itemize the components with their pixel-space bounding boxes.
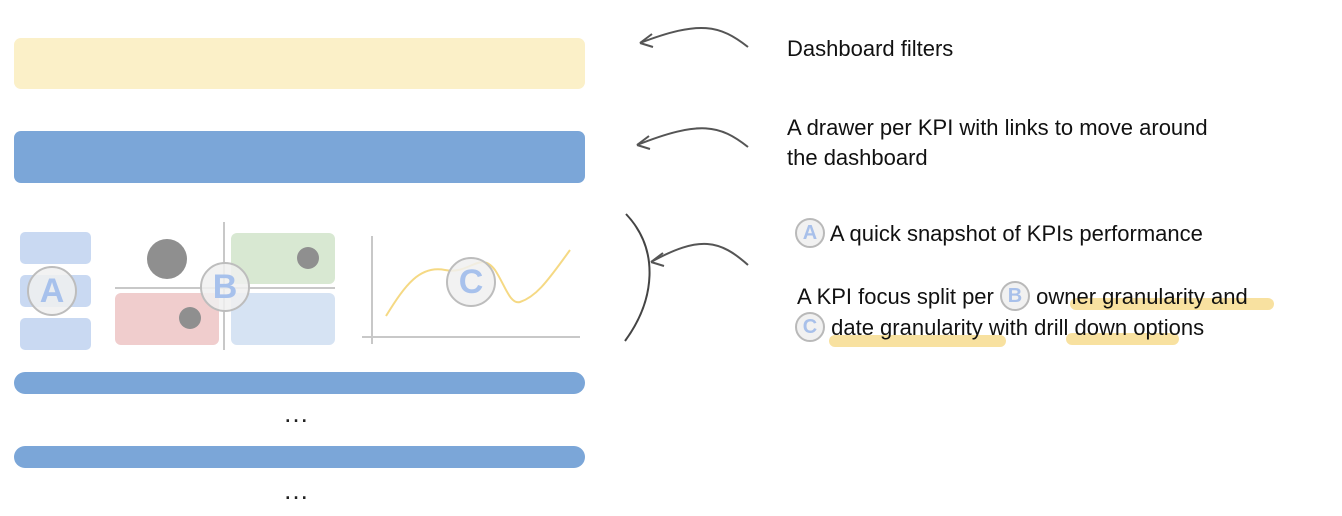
focus-line2-c: options [1133, 315, 1205, 340]
focus-line1-post: owner granularity and [1036, 284, 1248, 309]
owner-dot-large [147, 239, 187, 279]
annotation-snapshot: A A quick snapshot of KPIs performance [795, 218, 1203, 250]
annotation-drawer-line2: the dashboard [787, 145, 928, 170]
focus-line2-b: drill down [1034, 315, 1128, 340]
ellipsis-2: … [283, 475, 311, 505]
kpi-drawer-bar-3 [14, 446, 585, 468]
focus-line2-a: date granularity with [831, 315, 1029, 340]
annotation-focus-line2: C date granularity with drill down optio… [795, 312, 1205, 344]
arrow-filters [639, 26, 749, 48]
badge-a-small: A [795, 218, 825, 249]
owner-blue-block [231, 293, 335, 345]
badge-c-small: C [795, 312, 825, 343]
ellipsis-1: … [283, 398, 311, 428]
badge-b-small: B [1000, 281, 1030, 312]
snapshot-block-3 [20, 318, 91, 350]
badge-a-large: A [27, 266, 77, 316]
snapshot-block-1 [20, 232, 91, 264]
badge-b-large: B [200, 262, 250, 312]
annotation-snapshot-text: A quick snapshot of KPIs performance [829, 221, 1203, 246]
arrow-kpi-focus [650, 242, 749, 266]
kpi-drawer-bar-2 [14, 372, 585, 394]
annotation-focus-line1: A KPI focus split per B owner granularit… [797, 281, 1248, 313]
annotation-filters: Dashboard filters [787, 36, 954, 61]
focus-line1-pre: A KPI focus split per [797, 284, 994, 309]
badge-c-large: C [446, 257, 496, 307]
owner-dot-green [297, 247, 319, 269]
annotation-drawer-line1: A drawer per KPI with links to move arou… [787, 115, 1208, 140]
brace [624, 213, 651, 342]
arrow-drawer [636, 127, 749, 148]
wireframe-canvas [20, 26, 749, 350]
owner-dot-red [179, 307, 201, 329]
